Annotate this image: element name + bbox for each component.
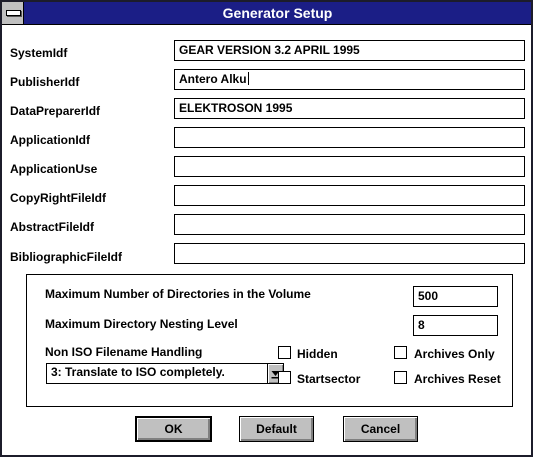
max-directories-label: Maximum Number of Directories in the Vol… [45,287,311,301]
application-idf-field[interactable] [174,127,525,148]
text-cursor [247,72,249,85]
system-idf-label: SystemIdf [10,46,68,60]
publisher-idf-label: PublisherIdf [10,75,80,89]
max-directories-field[interactable]: 500 [413,286,498,307]
bibliographic-file-idf-field[interactable] [174,243,525,264]
abstract-file-idf-label: AbstractFileIdf [10,220,95,234]
data-preparer-idf-label: DataPreparerIdf [10,104,101,118]
hidden-checkbox[interactable] [278,346,291,359]
publisher-idf-field[interactable]: Antero Alku [174,69,525,90]
cancel-button[interactable]: Cancel [343,416,418,442]
system-idf-field[interactable]: GEAR VERSION 3.2 APRIL 1995 [174,40,525,61]
application-use-label: ApplicationUse [10,162,98,176]
default-button[interactable]: Default [239,416,314,442]
archives-reset-checkbox[interactable] [394,371,407,384]
archives-reset-checkbox-label[interactable]: Archives Reset [414,372,501,386]
startsector-checkbox-label[interactable]: Startsector [297,372,360,386]
startsector-checkbox[interactable] [278,371,291,384]
system-menu-icon [6,10,21,16]
application-use-field[interactable] [174,156,525,177]
window-title: Generator Setup [222,5,333,21]
max-nesting-field[interactable]: 8 [413,315,498,336]
non-iso-selected-value: 3: Translate to ISO completely. [51,365,225,379]
ok-button[interactable]: OK [135,416,212,442]
abstract-file-idf-field[interactable] [174,214,525,235]
copyright-file-idf-field[interactable] [174,185,525,206]
data-preparer-idf-field[interactable]: ELEKTROSON 1995 [174,98,525,119]
max-nesting-label: Maximum Directory Nesting Level [45,317,238,331]
non-iso-handling-label: Non ISO Filename Handling [45,345,203,359]
copyright-file-idf-label: CopyRightFileIdf [10,191,106,205]
hidden-checkbox-label[interactable]: Hidden [297,347,338,361]
system-menu-button[interactable] [2,2,24,24]
title-bar[interactable]: Generator Setup [2,2,531,25]
publisher-idf-value: Antero Alku [179,72,247,86]
application-idf-label: ApplicationIdf [10,133,90,147]
archives-only-checkbox-label[interactable]: Archives Only [414,347,495,361]
non-iso-handling-select[interactable]: 3: Translate to ISO completely. [46,363,284,384]
volume-options-group: Maximum Number of Directories in the Vol… [26,274,513,407]
bibliographic-file-idf-label: BibliographicFileIdf [10,250,123,264]
archives-only-checkbox[interactable] [394,346,407,359]
generator-setup-dialog: Generator Setup SystemIdf GEAR VERSION 3… [0,0,533,457]
